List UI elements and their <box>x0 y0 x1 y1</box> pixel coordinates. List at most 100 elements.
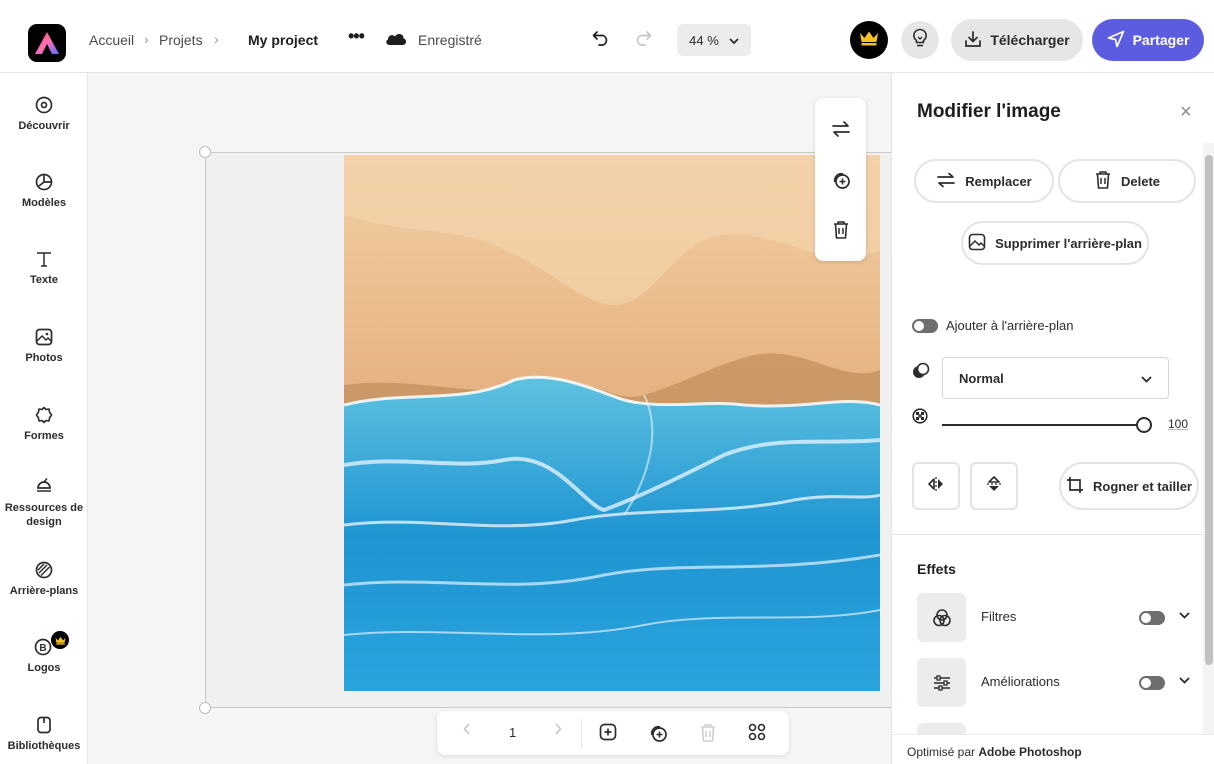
shapes-icon <box>0 405 88 425</box>
nav-item-discover[interactable]: Découvrir <box>0 95 88 132</box>
replace-button[interactable]: Remplacer <box>914 159 1054 203</box>
trash-icon <box>1094 170 1112 193</box>
project-title[interactable]: My project <box>248 32 318 48</box>
chevron-down-icon <box>729 33 739 48</box>
panel-footer: Optimisé par Adobe Photoshop <box>892 734 1214 764</box>
opacity-slider-thumb[interactable] <box>1136 417 1152 433</box>
nav-item-logos[interactable]: B Logos <box>0 631 88 674</box>
compass-icon <box>0 95 88 115</box>
panel-scrollbar[interactable] <box>1203 143 1214 734</box>
duplicate-icon[interactable] <box>815 170 866 190</box>
opacity-value[interactable]: 100 <box>1168 417 1188 431</box>
nav-label: Arrière-plans <box>9 585 79 597</box>
cloud-icon <box>385 32 407 51</box>
previous-page-icon[interactable] <box>463 723 471 735</box>
crop-label: Rogner et tailler <box>1093 478 1192 494</box>
nav-label: Découvrir <box>18 120 70 132</box>
chevron-down-icon[interactable] <box>1179 607 1190 622</box>
undo-icon[interactable] <box>592 30 610 51</box>
replace-label: Remplacer <box>965 173 1032 189</box>
effect-icon <box>917 723 966 734</box>
replace-icon <box>936 172 956 191</box>
effect-label: Filtres <box>981 609 1017 624</box>
adjustments-icon <box>917 658 966 707</box>
divider <box>892 534 1203 535</box>
nav-item-shapes[interactable]: Formes <box>0 405 88 442</box>
nav-label: Modèles <box>21 197 66 209</box>
crown-icon <box>51 631 69 649</box>
footer-prefix: Optimisé par <box>907 745 976 759</box>
save-status: Enregistré <box>418 32 482 48</box>
download-icon <box>964 30 982 51</box>
more-options-button[interactable]: ••• <box>348 26 365 47</box>
crop-resize-button[interactable]: Rogner et tailler <box>1059 462 1199 510</box>
blend-mode-icon <box>912 362 930 385</box>
trash-icon[interactable] <box>815 220 866 240</box>
add-to-background-label: Ajouter à l'arrière-plan <box>946 318 1074 333</box>
nav-label: Formes <box>24 430 64 442</box>
download-label: Télécharger <box>990 32 1070 48</box>
nav-label: Logos <box>27 662 61 674</box>
resize-handle[interactable] <box>199 702 211 714</box>
nav-item-photos[interactable]: Photos <box>0 327 88 364</box>
add-to-background-toggle[interactable] <box>912 318 938 333</box>
delete-button[interactable]: Delete <box>1058 159 1196 203</box>
divider <box>581 719 582 747</box>
send-icon <box>1107 30 1125 51</box>
zoom-select[interactable]: 44 % <box>677 24 751 56</box>
effects-title: Effets <box>917 561 956 577</box>
logo-icon: B <box>0 631 88 657</box>
nav-item-libraries[interactable]: Bibliothèques <box>0 715 88 752</box>
share-button[interactable]: Partager <box>1092 19 1204 61</box>
nav-item-templates[interactable]: Modèles <box>0 172 88 209</box>
chevron-down-icon[interactable] <box>1179 672 1190 687</box>
crop-icon <box>1066 476 1084 497</box>
svg-text:B: B <box>39 643 46 654</box>
nav-label: Texte <box>30 274 58 286</box>
breadcrumb-projects[interactable]: Projets <box>159 32 203 48</box>
flip-horizontal-icon <box>927 476 945 497</box>
redo-icon[interactable] <box>634 30 652 51</box>
flip-horizontal-button[interactable] <box>912 462 960 510</box>
blend-mode-select[interactable]: Normal <box>942 357 1169 399</box>
add-page-icon[interactable] <box>599 723 617 741</box>
opacity-icon <box>912 408 928 429</box>
duplicate-page-icon[interactable] <box>648 723 668 743</box>
effect-label: Améliorations <box>981 674 1060 689</box>
remove-background-label: Supprimer l'arrière-plan <box>995 235 1142 251</box>
adjustments-toggle[interactable] <box>1139 676 1165 690</box>
text-icon <box>0 249 88 269</box>
beach-photo[interactable] <box>344 155 880 691</box>
nav-item-design-assets[interactable]: Ressources de design <box>0 476 88 529</box>
lightbulb-icon <box>912 28 928 53</box>
breadcrumb-home[interactable]: Accueil <box>89 32 134 48</box>
top-bar: Accueil › Projets › My project ••• Enreg… <box>0 0 1214 73</box>
effect-row-filters[interactable]: Filtres <box>917 593 1197 643</box>
premium-crown-button[interactable] <box>850 21 888 59</box>
effect-row-adjustments[interactable]: Améliorations <box>917 658 1197 708</box>
share-label: Partager <box>1132 32 1190 48</box>
nav-item-backgrounds[interactable]: Arrière-plans <box>0 560 88 597</box>
grid-view-icon[interactable] <box>748 723 766 741</box>
nav-item-text[interactable]: Texte <box>0 249 88 286</box>
app-logo[interactable] <box>28 24 66 62</box>
footer-brand: Adobe Photoshop <box>978 745 1082 759</box>
scrollbar-thumb[interactable] <box>1205 155 1213 665</box>
remove-background-button[interactable]: Supprimer l'arrière-plan <box>961 221 1149 265</box>
panel-title: Modifier l'image <box>917 101 1061 122</box>
opacity-slider-track[interactable] <box>942 424 1138 426</box>
tips-button[interactable] <box>901 21 939 59</box>
filters-toggle[interactable] <box>1139 611 1165 625</box>
blend-mode-value: Normal <box>959 370 1004 386</box>
delete-page-icon[interactable] <box>699 723 717 743</box>
download-button[interactable]: Télécharger <box>951 19 1083 61</box>
next-page-icon[interactable] <box>554 723 562 735</box>
resize-handle[interactable] <box>199 146 211 158</box>
breadcrumb-separator: › <box>144 31 149 47</box>
replace-icon[interactable] <box>815 120 866 138</box>
flip-vertical-icon <box>986 475 1002 498</box>
add-to-background-row[interactable]: Ajouter à l'arrière-plan <box>912 318 1074 333</box>
close-icon[interactable]: × <box>1180 101 1192 124</box>
flip-vertical-button[interactable] <box>970 462 1018 510</box>
design-assets-icon <box>0 476 88 496</box>
